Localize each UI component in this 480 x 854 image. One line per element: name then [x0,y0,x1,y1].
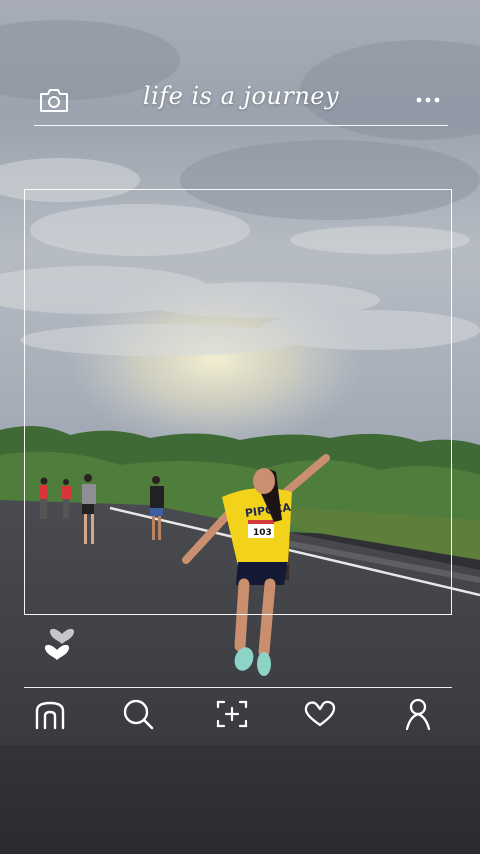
heart-outline-icon[interactable] [302,697,338,731]
heart-icon[interactable] [42,626,76,666]
top-bar: life is a journey [34,78,448,126]
search-icon[interactable] [120,697,156,731]
more-dots-icon[interactable] [414,88,442,112]
profile-icon[interactable] [400,697,436,731]
page-title: life is a journey [142,82,340,110]
bottom-nav [24,687,452,735]
bottom-divider [24,687,452,688]
photo-frame [24,189,452,615]
home-icon[interactable] [32,697,68,731]
add-post-icon[interactable] [214,697,250,731]
top-divider [34,125,448,126]
